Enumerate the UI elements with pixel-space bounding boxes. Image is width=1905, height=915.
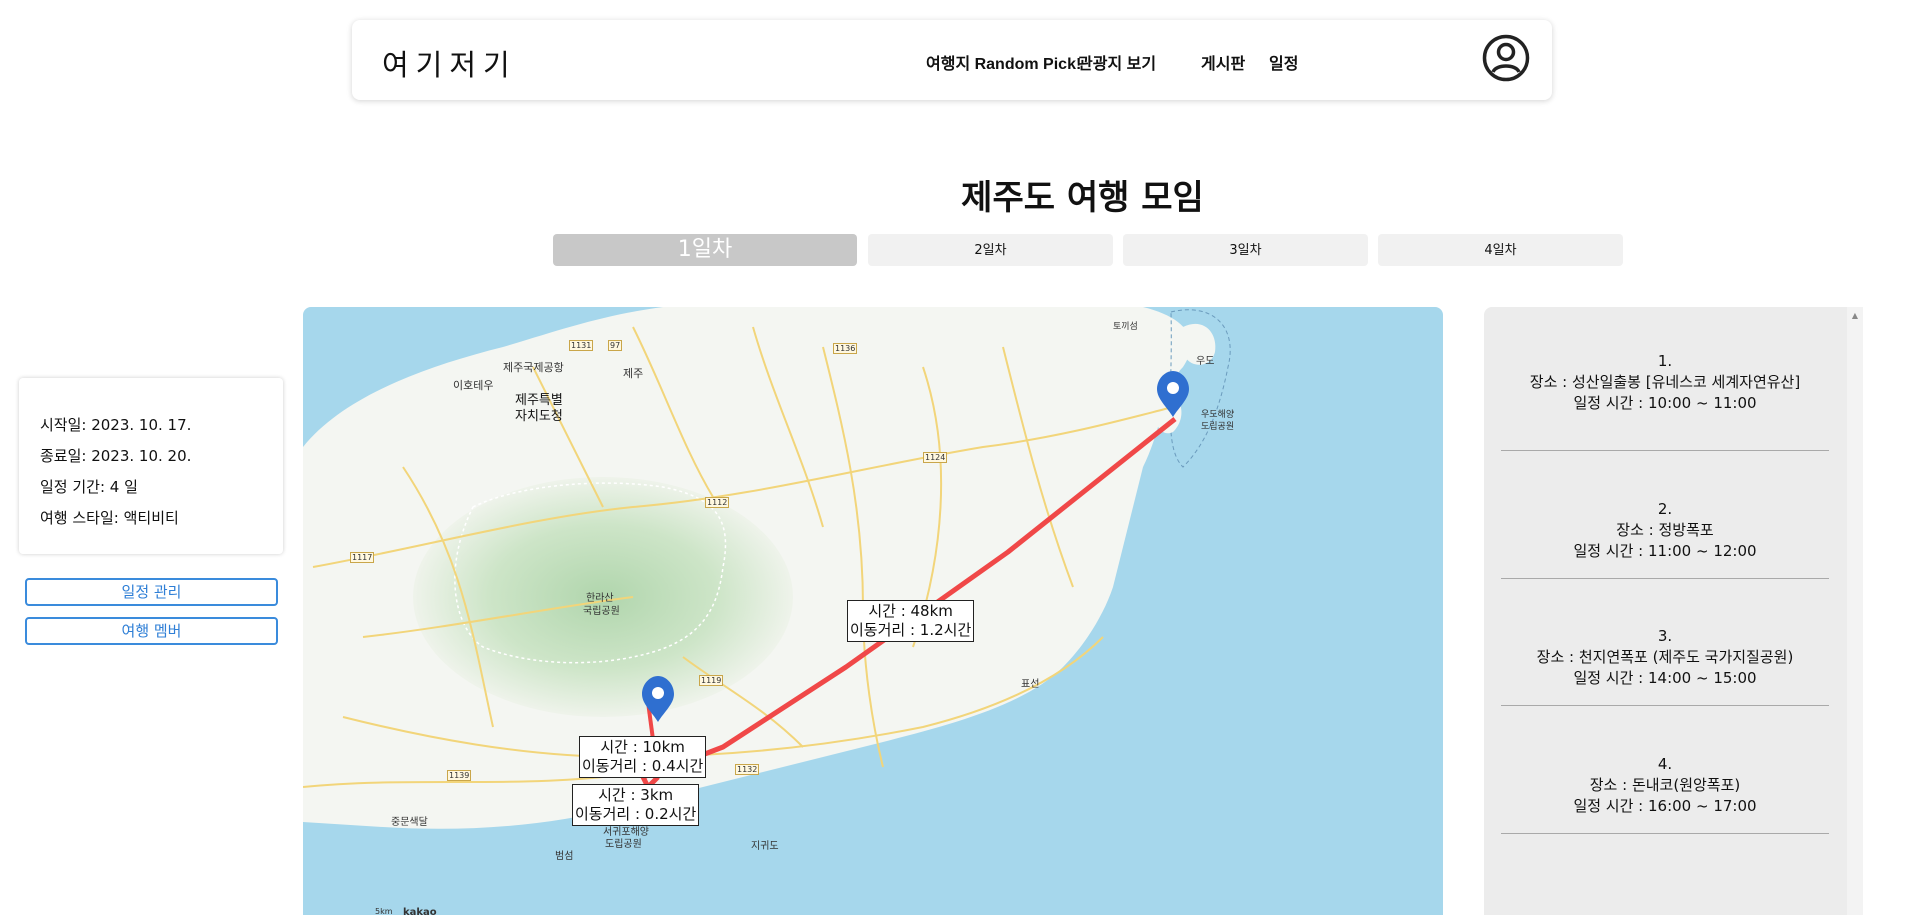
manage-schedule-button[interactable]: 일정 관리	[25, 578, 278, 606]
route-label-3: 시간 : 3km 이동거리 : 0.2시간	[572, 784, 700, 826]
nav-attractions[interactable]: 관광지 보기	[1078, 50, 1178, 74]
trip-info-card: 시작일: 2023. 10. 17. 종료일: 2023. 10. 20. 일정…	[19, 378, 283, 554]
route-label-2-distance: 시간 : 10km	[600, 738, 685, 756]
top-header: 여기저기 여행지 Random Pick! 관광지 보기 게시판 일정	[352, 20, 1552, 100]
schedule-item-2-number: 2.	[1657, 500, 1673, 518]
trip-start-date: 시작일: 2023. 10. 17.	[40, 416, 192, 434]
route-label-2-time: 이동거리 : 0.4시간	[582, 757, 704, 775]
label-pyoseon: 표선	[1021, 679, 1040, 690]
label-jigwido: 지귀도	[751, 841, 779, 852]
tab-day-4[interactable]: 4일차	[1378, 234, 1623, 266]
page: 여기저기 여행지 Random Pick! 관광지 보기 게시판 일정 제주도 …	[0, 0, 1905, 915]
site-logo[interactable]: 여기저기	[382, 42, 517, 84]
schedule-item-1-time: 일정 시간 : 10:00 ~ 11:00	[1573, 394, 1757, 412]
trip-end-date: 종료일: 2023. 10. 20.	[40, 447, 192, 465]
label-jeju-airport: 제주국제공항	[503, 361, 564, 374]
road-tag-1132: 1132	[735, 764, 760, 775]
label-udo: 우도	[1196, 356, 1215, 367]
label-tokkiseom: 토끼섬	[1113, 322, 1138, 332]
label-jungmun: 중문색달	[391, 817, 428, 828]
schedule-item-2-time: 일정 시간 : 11:00 ~ 12:00	[1573, 542, 1757, 560]
road-tag-97: 97	[608, 340, 623, 351]
label-ihotewoo: 이호테우	[453, 379, 494, 392]
nav-board[interactable]: 게시판	[1201, 50, 1261, 74]
schedule-item-3[interactable]: 3. 장소 : 천지연폭포 (제주도 국가지질공원) 일정 시간 : 14:00…	[1501, 626, 1829, 706]
schedule-scrollbar[interactable]: ▲	[1847, 307, 1863, 915]
schedule-item-4-number: 4.	[1657, 755, 1673, 773]
road-tag-1131: 1131	[569, 340, 594, 351]
page-title: 제주도 여행 모임	[961, 178, 1204, 218]
road-tag-1119: 1119	[699, 675, 724, 686]
schedule-item-2-place: 장소 : 정방폭포	[1616, 521, 1714, 539]
schedule-item-1-number: 1.	[1657, 352, 1673, 370]
label-beomseom: 범섬	[555, 851, 574, 862]
schedule-item-4-time: 일정 시간 : 16:00 ~ 17:00	[1573, 797, 1757, 815]
trip-style: 여행 스타일: 액티비티	[40, 509, 179, 527]
road-tag-1139: 1139	[447, 770, 472, 781]
road-tag-1117: 1117	[350, 552, 375, 563]
schedule-item-1-place: 장소 : 성산일출봉 [유네스코 세계자연유산]	[1529, 373, 1801, 391]
schedule-item-4-place: 장소 : 돈내코(원앙폭포)	[1589, 776, 1741, 794]
route-label-1: 시간 : 48km 이동거리 : 1.2시간	[847, 600, 975, 642]
nav-schedule[interactable]: 일정	[1269, 50, 1329, 74]
label-hallasan-park: 국립공원	[583, 606, 620, 617]
road-tag-1124: 1124	[923, 452, 948, 463]
route-label-2: 시간 : 10km 이동거리 : 0.4시간	[579, 736, 707, 778]
road-tag-1112: 1112	[705, 497, 730, 508]
kakao-logo: kakao	[403, 907, 437, 915]
road-tag-1136: 1136	[833, 343, 858, 354]
route-label-1-time: 이동거리 : 1.2시간	[850, 621, 972, 639]
schedule-item-3-place: 장소 : 천지연폭포 (제주도 국가지질공원)	[1536, 648, 1794, 666]
label-udo-park-2: 도립공원	[1201, 422, 1235, 432]
route-label-3-distance: 시간 : 3km	[598, 786, 674, 804]
label-jeju-province-2: 자치도청	[515, 409, 563, 424]
route-map[interactable]: 제주국제공항 이호테우 제주 제주특별 자치도청 한라산 국립공원 우도 우도해…	[303, 307, 1443, 915]
route-label-1-distance: 시간 : 48km	[868, 602, 953, 620]
tab-day-1[interactable]: 1일차	[553, 234, 857, 266]
schedule-item-2[interactable]: 2. 장소 : 정방폭포 일정 시간 : 11:00 ~ 12:00	[1501, 499, 1829, 579]
tab-day-3[interactable]: 3일차	[1123, 234, 1368, 266]
trip-members-button[interactable]: 여행 멤버	[25, 617, 278, 645]
tab-day-2[interactable]: 2일차	[868, 234, 1113, 266]
label-seogwipo-park-2: 도립공원	[605, 839, 642, 850]
scroll-up-arrow-icon[interactable]: ▲	[1847, 311, 1863, 320]
nav-random-pick[interactable]: 여행지 Random Pick!	[926, 50, 1086, 74]
schedule-item-1[interactable]: 1. 장소 : 성산일출봉 [유네스코 세계자연유산] 일정 시간 : 10:0…	[1501, 351, 1829, 451]
schedule-panel: 1. 장소 : 성산일출봉 [유네스코 세계자연유산] 일정 시간 : 10:0…	[1484, 307, 1863, 915]
scale-label: 5km	[375, 907, 393, 915]
schedule-item-3-number: 3.	[1657, 627, 1673, 645]
trip-duration: 일정 기간: 4 일	[40, 478, 138, 496]
user-profile-icon[interactable]	[1482, 34, 1530, 82]
schedule-item-4[interactable]: 4. 장소 : 돈내코(원앙폭포) 일정 시간 : 16:00 ~ 17:00	[1501, 754, 1829, 834]
label-jeju: 제주	[623, 367, 644, 380]
schedule-item-3-time: 일정 시간 : 14:00 ~ 15:00	[1573, 669, 1757, 687]
route-label-3-time: 이동거리 : 0.2시간	[575, 805, 697, 823]
